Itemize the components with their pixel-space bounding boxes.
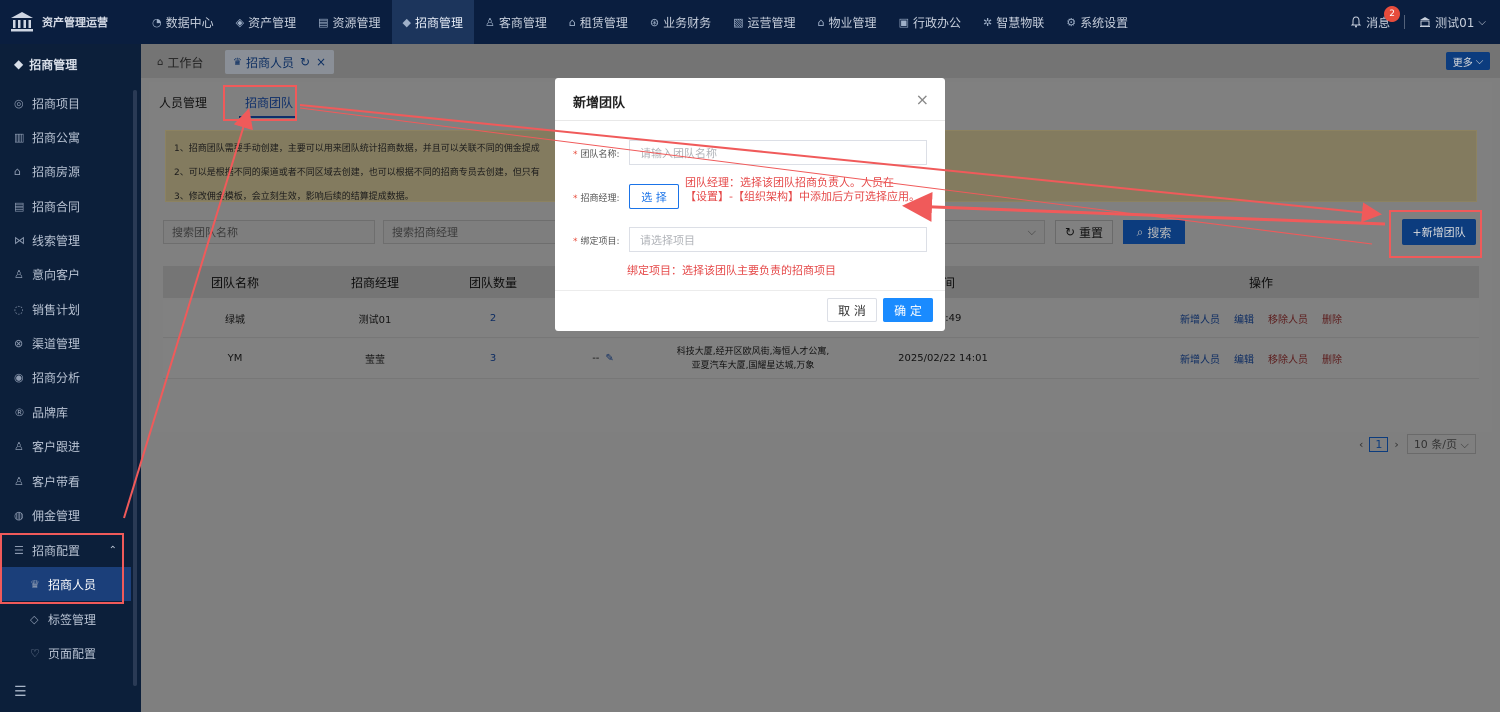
- arrow-line: [123, 108, 253, 519]
- arrow-line: [299, 107, 1373, 245]
- arrow-line: [299, 104, 1382, 223]
- app-root: 资产管理运营 ◔ 数据中心 ◈ 资产管理 ▤ 资源管理 ◆ 招商管理 ♙ 客商管理 ⌂ 租赁…: [0, 0, 1500, 712]
- arrow-line: [902, 191, 1386, 226]
- annotation-arrows: [123, 104, 1386, 519]
